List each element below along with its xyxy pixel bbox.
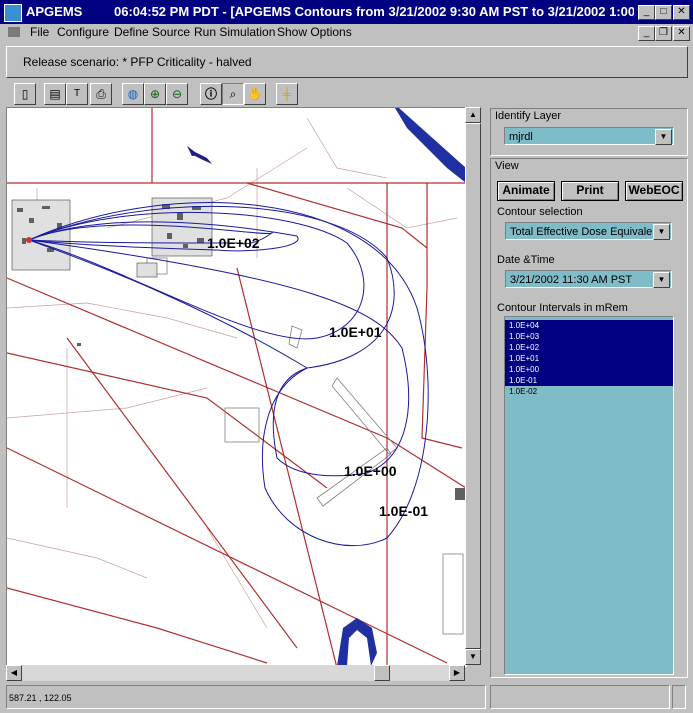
menu-show-options[interactable]: Show Options (277, 25, 352, 39)
map-canvas[interactable]: 1.0E+02 1.0E+01 1.0E+00 1.0E-01 (6, 107, 467, 667)
child-minimize-button[interactable]: _ (638, 26, 655, 41)
properties-icon[interactable]: ▤ (44, 83, 66, 105)
zoom-in-icon[interactable]: ⊕ (144, 83, 166, 105)
scroll-right-button[interactable]: ▶ (449, 665, 465, 681)
list-item[interactable]: 1.0E-01 (505, 375, 673, 386)
list-item[interactable]: 1.0E+00 (505, 364, 673, 375)
scroll-up-button[interactable]: ▲ (465, 107, 481, 123)
identify-layer-label: Identify Layer (495, 110, 562, 122)
animate-button[interactable]: Animate (497, 181, 555, 201)
app-icon[interactable] (4, 4, 22, 22)
contour-selection-value: Total Effective Dose Equivalen (510, 226, 659, 238)
window-title: 06:04:52 PM PDT - [APGEMS Contours from … (114, 4, 634, 19)
list-item[interactable]: 1.0E+04 (505, 320, 673, 331)
close-button[interactable]: ✕ (673, 5, 690, 20)
list-item[interactable]: 1.0E+03 (505, 331, 673, 342)
new-doc-icon[interactable]: ▯ (14, 83, 36, 105)
identify-panel: Identify Layer mjrdl ▼ (490, 108, 688, 156)
magnifier-icon[interactable]: ⌕ (222, 83, 244, 105)
date-time-label: Date &Time (497, 254, 555, 266)
chevron-down-icon[interactable]: ▼ (653, 272, 670, 288)
menu-configure[interactable]: Configure (57, 25, 109, 39)
app-name: APGEMS (26, 4, 83, 19)
contour-selection-select[interactable]: Total Effective Dose Equivalen ▼ (505, 222, 672, 240)
date-time-value: 3/21/2002 11:30 AM PST (510, 274, 633, 286)
globe-icon[interactable]: ◍ (122, 83, 144, 105)
scenario-bar: Release scenario: * PFP Criticality - ha… (6, 46, 688, 78)
menu-file[interactable]: File (30, 25, 49, 39)
scroll-vertical-thumb[interactable] (465, 123, 481, 649)
child-restore-button[interactable]: ❐ (655, 26, 672, 41)
crosshair-icon[interactable]: ╪ (276, 83, 298, 105)
menu-bar: File Configure Define Source Run Simulat… (0, 24, 693, 42)
scroll-horizontal-thumb[interactable] (374, 665, 390, 681)
map-vertical-scrollbar[interactable]: ▲ ▼ (465, 107, 481, 665)
scroll-down-button[interactable]: ▼ (465, 649, 481, 665)
contour-label-1e00: 1.0E+00 (344, 463, 397, 479)
list-item[interactable]: 1.0E+01 (505, 353, 673, 364)
contour-label-1e01: 1.0E+01 (329, 324, 382, 340)
map-toolbar: ▯ ▤ T ⎙ ◍ ⊕ ⊖ ⓘ ⌕ ✋ ╪ (6, 80, 486, 106)
identify-layer-select[interactable]: mjrdl ▼ (504, 127, 674, 145)
chevron-down-icon[interactable]: ▼ (653, 224, 670, 240)
identify-layer-value: mjrdl (509, 131, 533, 143)
menu-define-source[interactable]: Define Source (114, 25, 190, 39)
contour-intervals-label: Contour Intervals in mRem (497, 302, 628, 314)
status-coords: 587.21 , 122.05 (6, 685, 486, 709)
scroll-left-button[interactable]: ◀ (6, 665, 22, 681)
contour-intervals-list[interactable]: 1.0E+04 1.0E+03 1.0E+02 1.0E+01 1.0E+00 … (504, 316, 674, 675)
title-bar: APGEMS 06:04:52 PM PDT - [APGEMS Contour… (0, 0, 693, 24)
minimize-button[interactable]: _ (638, 5, 655, 20)
text-icon[interactable]: T (66, 83, 88, 105)
pan-hand-icon[interactable]: ✋ (244, 83, 266, 105)
view-label: View (495, 160, 519, 172)
zoom-out-icon[interactable]: ⊖ (166, 83, 188, 105)
contour-label-1e-01: 1.0E-01 (379, 503, 428, 519)
print-icon[interactable]: ⎙ (90, 83, 112, 105)
map-horizontal-scrollbar[interactable]: ◀ ▶ (6, 665, 465, 681)
status-panel-3 (672, 685, 686, 709)
menu-run-simulation[interactable]: Run Simulation (194, 25, 275, 39)
child-close-button[interactable]: ✕ (673, 26, 690, 41)
scenario-text: Release scenario: * PFP Criticality - ha… (23, 55, 252, 69)
print-button[interactable]: Print (561, 181, 619, 201)
status-panel-2 (490, 685, 670, 709)
info-icon[interactable]: ⓘ (200, 83, 222, 105)
contour-selection-label: Contour selection (497, 206, 583, 218)
date-time-select[interactable]: 3/21/2002 11:30 AM PST ▼ (505, 270, 672, 288)
doc-menu-icon[interactable] (8, 27, 20, 37)
webeoc-button[interactable]: WebEOC (625, 181, 683, 201)
contour-label-1e02: 1.0E+02 (207, 235, 260, 251)
chevron-down-icon[interactable]: ▼ (655, 129, 672, 145)
maximize-button[interactable]: □ (655, 5, 672, 20)
list-item[interactable]: 1.0E-02 (505, 386, 673, 397)
list-item[interactable]: 1.0E+02 (505, 342, 673, 353)
